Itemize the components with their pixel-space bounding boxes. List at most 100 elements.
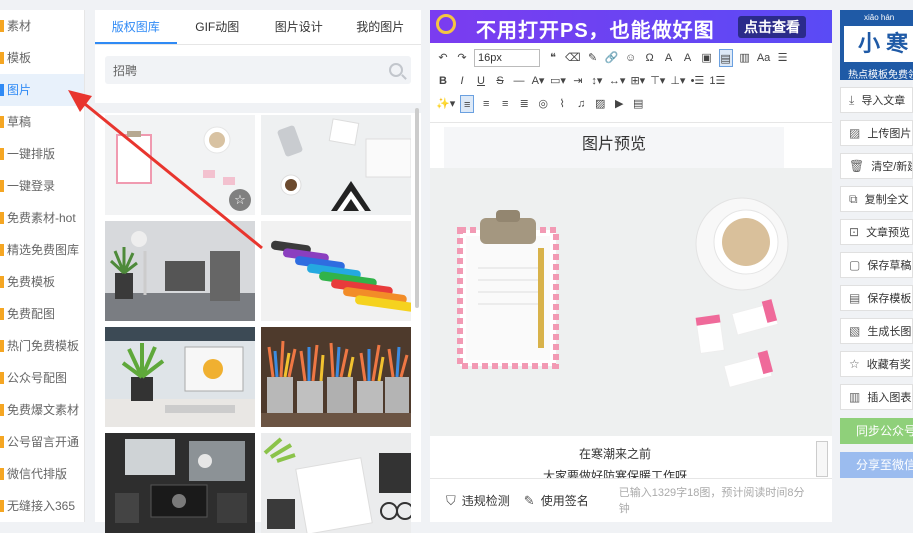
- omega-icon[interactable]: Ω: [643, 49, 657, 67]
- letter-spacing-icon[interactable]: ↔▾: [609, 72, 626, 90]
- copy-format-icon[interactable]: ▣: [700, 49, 714, 67]
- sidebar-item-hot-template[interactable]: 热门免费模板: [0, 330, 84, 362]
- clear-new-button[interactable]: 🗑 清空/新建: [840, 153, 913, 179]
- copy-all-button[interactable]: ⧉ 复制全文: [840, 186, 913, 212]
- table-icon[interactable]: ⊞▾: [630, 72, 645, 90]
- favorite-reward-button[interactable]: ☆ 收藏有奖: [840, 351, 913, 377]
- underline-icon[interactable]: U: [474, 72, 488, 90]
- thumbnail-clipboard-coffee[interactable]: ☆: [105, 115, 255, 215]
- save-draft-button[interactable]: ▢ 保存草稿: [840, 252, 913, 278]
- spacing-bottom-icon[interactable]: ⊥▾: [670, 72, 685, 90]
- sidebar-item-material[interactable]: 素材: [0, 10, 84, 42]
- thumbnail-desk-lamp-plant[interactable]: [105, 221, 255, 321]
- tab-gif[interactable]: GIF动图: [177, 10, 259, 44]
- import-article-button[interactable]: ⤓ 导入文章: [840, 87, 913, 113]
- eraser-icon[interactable]: ⌫: [565, 49, 581, 67]
- editor-content[interactable]: 图片预览 在寒潮来之前 大家要做好防寒保暖工作呀: [430, 123, 832, 478]
- sidebar-item-free-gallery[interactable]: 精选免费图库: [0, 234, 84, 266]
- case-icon[interactable]: Aa: [757, 49, 771, 67]
- list-more-icon[interactable]: ☰: [776, 49, 790, 67]
- editor-scrollbar[interactable]: [816, 441, 828, 477]
- italic-icon[interactable]: I: [455, 72, 469, 90]
- sidebar-item-viral-material[interactable]: 免费爆文素材: [0, 394, 84, 426]
- font-grow-icon[interactable]: A: [662, 49, 676, 67]
- globe-icon[interactable]: ◎: [536, 95, 550, 113]
- sidebar-item-image[interactable]: 图片: [0, 74, 84, 106]
- search-input[interactable]: [113, 63, 389, 77]
- video-icon[interactable]: ▶: [612, 95, 626, 113]
- bold-icon[interactable]: B: [436, 72, 450, 90]
- thumbnail-workstation-laptop[interactable]: [105, 433, 255, 533]
- long-image-button[interactable]: ▧ 生成长图: [840, 318, 913, 344]
- align-box-icon[interactable]: ▤: [718, 49, 733, 67]
- emoji-icon[interactable]: ☺: [624, 49, 638, 67]
- tab-copyright-gallery[interactable]: 版权图库: [95, 10, 177, 44]
- magic-wand-icon[interactable]: ✨▾: [436, 95, 455, 113]
- search-icon[interactable]: [389, 63, 403, 77]
- thumbnail-plant-monitor-desk[interactable]: [105, 327, 255, 427]
- align-center-icon[interactable]: ≡: [479, 95, 493, 113]
- code-icon[interactable]: ▤: [631, 95, 645, 113]
- thumbnail-markers-rainbow[interactable]: [261, 221, 411, 321]
- undo-icon[interactable]: ↶: [436, 49, 450, 67]
- thumbnail-notebook-glasses[interactable]: [261, 433, 411, 533]
- box-right-icon[interactable]: ▥: [738, 49, 752, 67]
- article-preview-button[interactable]: ⊡ 文章预览: [840, 219, 913, 245]
- link-icon[interactable]: 🔗: [605, 49, 619, 67]
- sidebar-item-template[interactable]: 模板: [0, 42, 84, 74]
- sidebar-dot: [0, 468, 4, 480]
- spacing-top-icon[interactable]: ⊤▾: [650, 72, 665, 90]
- use-signature-button[interactable]: ✎ 使用签名: [524, 492, 589, 509]
- share-wechat-button[interactable]: 分享至微信: [840, 452, 913, 478]
- insert-chart-button[interactable]: ▥ 插入图表: [840, 384, 913, 410]
- strikethrough-icon[interactable]: S: [493, 72, 507, 90]
- hr-icon[interactable]: —: [512, 72, 526, 90]
- line-height-icon[interactable]: ↕▾: [590, 72, 604, 90]
- sidebar-item-free-image[interactable]: 免费配图: [0, 298, 84, 330]
- promo-banner[interactable]: 不用打开PS，也能做好图 点击查看: [430, 10, 832, 43]
- thumbnail-pencil-cups[interactable]: [261, 327, 411, 427]
- sidebar-dot: [0, 404, 4, 416]
- font-color-icon[interactable]: A▾: [531, 72, 545, 90]
- sidebar-item-label: 免费模板: [7, 275, 56, 289]
- sidebar-item-wechat-image[interactable]: 公众号配图: [0, 362, 84, 394]
- banner-button[interactable]: 点击查看: [738, 16, 806, 38]
- format-brush-icon[interactable]: ✎: [586, 49, 600, 67]
- tab-my-images[interactable]: 我的图片: [340, 10, 422, 44]
- sidebar-item-layout-service[interactable]: 微信代排版: [0, 458, 84, 490]
- quote-icon[interactable]: ❝: [546, 49, 560, 67]
- sidebar-item-free-template[interactable]: 免费模板: [0, 266, 84, 298]
- attachment-icon[interactable]: ⌇: [555, 95, 569, 113]
- sidebar-item-login[interactable]: 一键登录: [0, 170, 84, 202]
- sidebar-item-free-material[interactable]: 免费素材-hot: [0, 202, 84, 234]
- number-list-icon[interactable]: 1☰: [709, 72, 725, 90]
- violation-check-button[interactable]: ⛉ 违规检测: [446, 492, 510, 509]
- music-icon[interactable]: ♫: [574, 95, 588, 113]
- font-size-select[interactable]: 16px: [474, 49, 540, 67]
- bullet-list-icon[interactable]: •☰: [690, 72, 705, 90]
- sidebar-item-label: 微信代排版: [7, 467, 68, 481]
- preview-photo[interactable]: [430, 168, 832, 436]
- bg-color-icon[interactable]: ▭▾: [550, 72, 566, 90]
- image-icon[interactable]: ▨: [593, 95, 607, 113]
- button-label: 复制全文: [864, 194, 909, 206]
- library-scrollbar[interactable]: [415, 108, 419, 308]
- thumbnail-desk-keyboard[interactable]: [261, 115, 411, 215]
- favorite-star-icon[interactable]: ☆: [229, 189, 251, 211]
- save-template-button[interactable]: ▤ 保存模板: [840, 285, 913, 311]
- sidebar-dot: [0, 340, 4, 352]
- align-justify-icon[interactable]: ≣: [517, 95, 531, 113]
- align-left-icon[interactable]: ≡: [460, 95, 475, 113]
- sidebar-item-comment-open[interactable]: 公号留言开通: [0, 426, 84, 458]
- sidebar-item-365[interactable]: 无缝接入365: [0, 490, 84, 522]
- upload-image-button[interactable]: ▨ 上传图片: [840, 120, 913, 146]
- align-right-icon[interactable]: ≡: [498, 95, 512, 113]
- promo-card[interactable]: xiǎo hán 小 寒 热点模板免费领: [840, 10, 913, 80]
- tab-image-design[interactable]: 图片设计: [258, 10, 340, 44]
- sidebar-item-draft[interactable]: 草稿: [0, 106, 84, 138]
- sync-wechat-button[interactable]: 同步公众号: [840, 418, 913, 444]
- indent-icon[interactable]: ⇥: [571, 72, 585, 90]
- redo-icon[interactable]: ↷: [455, 49, 469, 67]
- sidebar-item-auto-layout[interactable]: 一键排版: [0, 138, 84, 170]
- font-shrink-icon[interactable]: A: [681, 49, 695, 67]
